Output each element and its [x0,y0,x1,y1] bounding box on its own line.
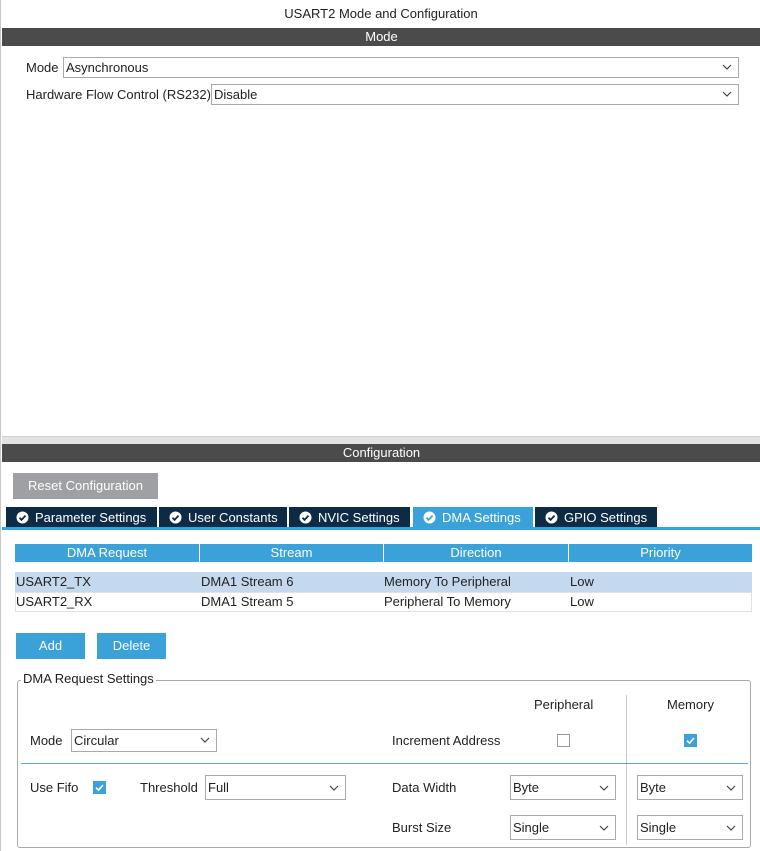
check-circle-icon [16,511,29,524]
cell-stream: DMA1 Stream 6 [201,574,294,589]
cell-direction: Memory To Peripheral [384,574,511,589]
cell-priority: Low [570,574,594,589]
data-width-peripheral-value: Byte [513,780,540,795]
chevron-down-icon [726,785,736,791]
data-width-memory-value: Byte [640,780,667,795]
tab-label: DMA Settings [442,510,521,525]
use-fifo-label: Use Fifo [30,780,79,795]
threshold-select-value: Full [208,780,229,795]
tab-dma-settings[interactable]: DMA Settings [413,507,533,528]
increment-address-label: Increment Address [392,733,501,748]
chevron-down-icon [722,91,732,97]
threshold-select[interactable]: Full [205,775,346,800]
reset-configuration-button[interactable]: Reset Configuration [13,473,158,499]
hwflow-select-value: Disable [214,87,258,102]
tab-label: GPIO Settings [564,510,648,525]
increment-memory-checkbox[interactable] [684,734,697,747]
tab-label: NVIC Settings [318,510,400,525]
check-circle-icon [169,511,182,524]
cell-priority: Low [570,594,594,609]
data-width-memory-select[interactable]: Byte [637,775,743,800]
dma-mode-select-value: Circular [74,733,119,748]
add-button[interactable]: Add [16,633,85,659]
burst-size-memory-select[interactable]: Single [637,815,743,840]
mode-label: Mode [26,60,59,75]
table-row[interactable]: USART2_TX DMA1 Stream 6 Memory To Periph… [15,572,752,592]
tab-gpio-settings[interactable]: GPIO Settings [535,507,657,528]
cell-direction: Peripheral To Memory [384,594,511,609]
column-divider [626,695,627,845]
tab-nvic-settings[interactable]: NVIC Settings [289,507,410,528]
column-header-stream[interactable]: Stream [200,544,383,562]
increment-peripheral-checkbox[interactable] [557,734,570,747]
chevron-down-icon [599,825,609,831]
dma-request-settings-title: DMA Request Settings [21,671,156,686]
chevron-down-icon [726,825,736,831]
config-section-header: Configuration [2,444,760,462]
tab-parameter-settings[interactable]: Parameter Settings [6,507,157,528]
column-header-direction[interactable]: Direction [384,544,568,562]
peripheral-header: Peripheral [534,697,594,712]
column-header-dma-request[interactable]: DMA Request [15,544,199,562]
chevron-down-icon [200,737,210,743]
check-circle-icon [545,511,558,524]
settings-separator [21,763,748,764]
column-header-priority[interactable]: Priority [569,544,752,562]
chevron-down-icon [722,64,732,70]
delete-button[interactable]: Delete [97,633,166,659]
table-row[interactable]: USART2_RX DMA1 Stream 5 Peripheral To Me… [15,592,752,612]
window-title: USART2 Mode and Configuration [284,6,478,21]
dma-mode-select[interactable]: Circular [71,729,217,752]
tab-user-constants[interactable]: User Constants [159,507,287,528]
use-fifo-checkbox[interactable] [93,781,106,794]
threshold-label: Threshold [140,780,198,795]
mode-select[interactable]: Asynchronous [63,57,739,78]
cell-request: USART2_TX [16,574,91,589]
chevron-down-icon [599,785,609,791]
burst-size-peripheral-select[interactable]: Single [510,815,616,840]
check-circle-icon [423,511,436,524]
burst-size-memory-value: Single [640,820,677,835]
dma-mode-label: Mode [30,733,63,748]
check-circle-icon [299,511,312,524]
memory-header: Memory [667,697,714,712]
panel-splitter[interactable] [2,436,760,444]
cell-request: USART2_RX [16,594,93,609]
cell-stream: DMA1 Stream 5 [201,594,294,609]
tabbar-underline [2,527,760,530]
tab-label: Parameter Settings [35,510,147,525]
data-width-label: Data Width [392,780,457,795]
hwflow-select[interactable]: Disable [211,84,739,105]
burst-size-label: Burst Size [392,820,452,835]
hwflow-label: Hardware Flow Control (RS232) [26,87,211,102]
burst-size-peripheral-value: Single [513,820,550,835]
chevron-down-icon [329,785,339,791]
mode-select-value: Asynchronous [66,60,149,75]
mode-section-header: Mode [2,28,760,46]
tab-label: User Constants [188,510,278,525]
data-width-peripheral-select[interactable]: Byte [510,775,616,800]
